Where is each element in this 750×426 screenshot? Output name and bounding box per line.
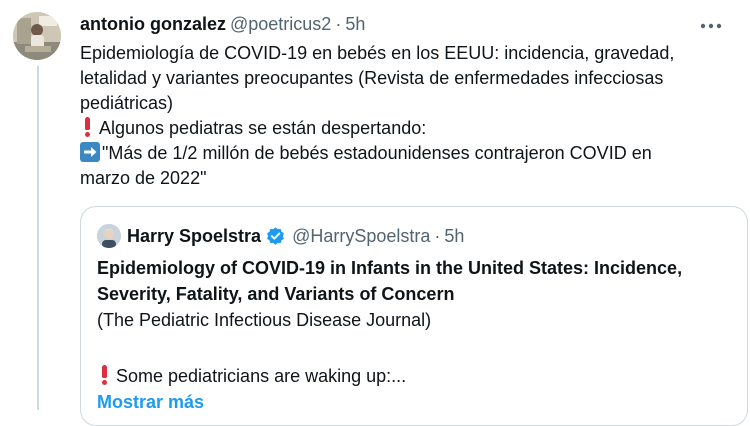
user-handle[interactable]: @poetricus2 <box>230 11 331 37</box>
show-more-link[interactable]: Mostrar más <box>97 389 737 415</box>
thread-connector-line <box>37 66 39 410</box>
tweet-text-line: letalidad y variantes preocupantes (Revi… <box>80 68 664 88</box>
red-exclamation-emoji-icon <box>82 117 93 137</box>
quoted-spacer <box>97 333 737 363</box>
more-options-button[interactable] <box>696 14 726 38</box>
quoted-user-handle[interactable]: @HarrySpoelstra <box>292 226 430 247</box>
quoted-avatar-image <box>97 224 121 248</box>
tweet-text-line: Epidemiología de COVID-19 en bebés en lo… <box>80 43 675 63</box>
tweet-text-line: "Más de 1/2 millón de bebés estadouniden… <box>80 141 720 166</box>
red-exclamation-emoji-icon <box>99 365 110 385</box>
quoted-text-line: Some pediatricians are waking up:... <box>97 363 737 389</box>
quoted-subtitle: (The Pediatric Infectious Disease Journa… <box>97 310 432 330</box>
tweet-header: antonio gonzalez @poetricus2 · 5h <box>80 11 690 37</box>
more-horizontal-icon <box>700 23 722 29</box>
quoted-tweet-timestamp[interactable]: 5h <box>444 226 464 247</box>
tweet-text-line: Algunos pediatras se están despertando: <box>80 116 720 141</box>
display-name[interactable]: antonio gonzalez <box>80 11 226 37</box>
tweet-text-segment: "Más de 1/2 millón de bebés estadouniden… <box>102 143 652 163</box>
quoted-title-line: Severity, Fatality, and Variants of Conc… <box>97 284 455 304</box>
tweet-text-line: marzo de 2022" <box>80 168 207 188</box>
avatar[interactable] <box>13 12 61 60</box>
quoted-tweet-header: Harry Spoelstra @HarrySpoelstra · 5h <box>97 223 464 249</box>
separator-dot: · <box>434 225 441 246</box>
verified-badge-icon <box>267 226 284 245</box>
quoted-display-name[interactable]: Harry Spoelstra <box>127 226 261 247</box>
tweet: antonio gonzalez @poetricus2 · 5h Epidem… <box>80 11 690 191</box>
tweet-timestamp[interactable]: 5h <box>345 11 365 37</box>
tweet-text-segment: Algunos pediatras se están despertando: <box>99 118 427 138</box>
tweet-text: Epidemiología de COVID-19 en bebés en lo… <box>80 41 720 191</box>
separator-dot: · <box>335 14 342 34</box>
quoted-avatar[interactable] <box>97 224 121 248</box>
avatar-image <box>13 12 61 60</box>
tweet-text-line: pediátricas) <box>80 93 174 113</box>
quoted-tweet-text: Epidemiology of COVID-19 in Infants in t… <box>97 255 737 415</box>
quoted-tweet-card[interactable]: Harry Spoelstra @HarrySpoelstra · 5h Epi… <box>80 206 748 426</box>
right-arrow-emoji-icon <box>80 142 100 162</box>
quoted-title-line: Epidemiology of COVID-19 in Infants in t… <box>97 258 683 278</box>
quoted-text-segment: Some pediatricians are waking up:... <box>116 366 407 386</box>
